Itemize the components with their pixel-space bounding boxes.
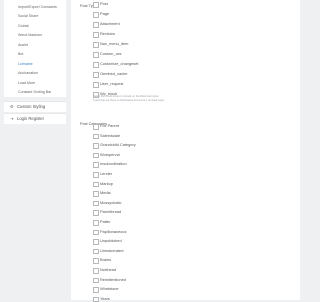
post-category-checkbox[interactable]: [93, 258, 99, 264]
post-category-option-label: Brains: [100, 257, 112, 263]
post-type-option-label: Post: [100, 1, 108, 6]
post-category-checkbox[interactable]: [93, 200, 99, 207]
post-category-option-label: Lender: [100, 171, 113, 176]
post-category-option-label: Northead: [100, 267, 117, 272]
post-category-option-label: Womperval: [100, 151, 120, 157]
post-category-option-label: Parchthread: [100, 209, 122, 215]
post-category-checkbox[interactable]: [93, 220, 99, 226]
post-category-checkbox[interactable]: [93, 268, 99, 274]
post-category-option-label: Years: [100, 295, 110, 301]
sidebar-item-loimaine[interactable]: Loimaine: [18, 62, 33, 66]
sidebar-item-wend-madcrun[interactable]: Wend Madcrun: [18, 33, 42, 37]
post-category-checkbox[interactable]: [93, 277, 99, 284]
sidebar-item-auslet[interactable]: Auslet: [18, 43, 28, 47]
post-type-checkbox[interactable]: [93, 52, 99, 58]
post-type-checkbox[interactable]: [93, 12, 99, 18]
post-category-checkbox[interactable]: [93, 124, 99, 130]
post-category-checkbox[interactable]: [93, 143, 99, 149]
post-category-checkbox[interactable]: [93, 181, 99, 188]
post-type-checkbox[interactable]: [93, 22, 99, 28]
sidebar-item-bot[interactable]: Bot: [18, 52, 23, 56]
post-type-checkbox[interactable]: [93, 72, 99, 78]
post-type-option-label: Nav_menu_item: [100, 41, 129, 46]
sidebar-item-constant-sorting-bar[interactable]: Constant Sorting Bar: [18, 90, 51, 94]
post-category-checkbox[interactable]: [93, 287, 99, 293]
post-type-option-label: Revision: [100, 31, 115, 36]
post-type-option-label: Customize_changeset: [100, 61, 139, 66]
post-category-checkbox[interactable]: [93, 133, 99, 140]
post-type-checkbox[interactable]: [93, 82, 99, 88]
post-category-checkbox[interactable]: [93, 248, 99, 255]
post-type-checkbox[interactable]: [93, 32, 99, 38]
post-category-checkbox[interactable]: [93, 296, 99, 302]
post-category-checkbox[interactable]: [93, 239, 99, 245]
post-category-option-label: Mossychatic: [100, 199, 122, 205]
post-category-option-label: Reimitentioned: [100, 276, 126, 282]
post-category-option-label: Patter: [100, 219, 111, 224]
sidebar-menu: Import/Export Constants Social Share Gol…: [4, 0, 66, 97]
post-category-checkbox[interactable]: [93, 229, 99, 236]
post-category-checkbox[interactable]: [93, 172, 99, 178]
post-type-checkbox[interactable]: [93, 62, 99, 68]
post-category-option-label: Papillonaceous: [100, 228, 127, 234]
sidebar-item-goldat[interactable]: Goldat: [18, 24, 29, 28]
post-type-help-text-2: Types that are there to disturbance docu…: [93, 99, 165, 102]
post-type-checkbox[interactable]: [93, 2, 99, 8]
post-type-option-label: Oembed_cache: [100, 71, 128, 76]
post-category-option-label: Whetstone: [100, 286, 119, 292]
sidebar-section-label: Custom Styling: [17, 104, 46, 109]
post-type-option-label: Page: [100, 11, 110, 16]
settings-icon: ⚙: [10, 104, 14, 109]
post-category-checkbox[interactable]: [93, 162, 99, 168]
post-category-option-label: Insubordination: [100, 161, 127, 167]
post-type-checkbox[interactable]: [93, 42, 99, 48]
post-category-option-label: Grandchild Category: [100, 142, 136, 148]
sidebar-item-import-export[interactable]: Import/Export Constants: [18, 5, 57, 9]
sidebar-section-custom-styling[interactable]: ⚙ Custom Styling: [4, 101, 66, 112]
login-icon: ⇥: [10, 116, 14, 121]
sidebar-section-login-register[interactable]: ⇥ Login Register: [4, 113, 66, 124]
sidebar-item-social-share[interactable]: Social Share: [18, 14, 38, 18]
post-category-option-label: Unestuerated: [100, 247, 124, 253]
post-category-option-label: Saleintuiale: [100, 132, 121, 138]
post-category-checkbox[interactable]: [93, 210, 99, 216]
sidebar-item-load-more[interactable]: Load More: [18, 81, 35, 85]
post-type-option-label: User_request: [100, 81, 124, 86]
post-category-option-label: Unpublished: [100, 238, 122, 244]
post-type-option-label: Custom_css: [100, 51, 122, 56]
post-category-option-label: Markup: [100, 180, 113, 186]
post-category-checkbox[interactable]: [93, 191, 99, 197]
post-category-checkbox[interactable]: [93, 152, 99, 159]
sidebar-item-anchanation[interactable]: Anchanation: [18, 71, 38, 75]
settings-sidebar: Import/Export Constants Social Share Gol…: [0, 0, 70, 300]
post-category-option-label: Fox Parent: [100, 123, 120, 128]
sidebar-section-label: Login Register: [17, 116, 45, 121]
post-type-help-text-1: Select the check boxes to include on the…: [93, 95, 160, 98]
post-category-option-label: Media: [100, 190, 111, 196]
post-type-option-label: Attachment: [100, 21, 120, 26]
